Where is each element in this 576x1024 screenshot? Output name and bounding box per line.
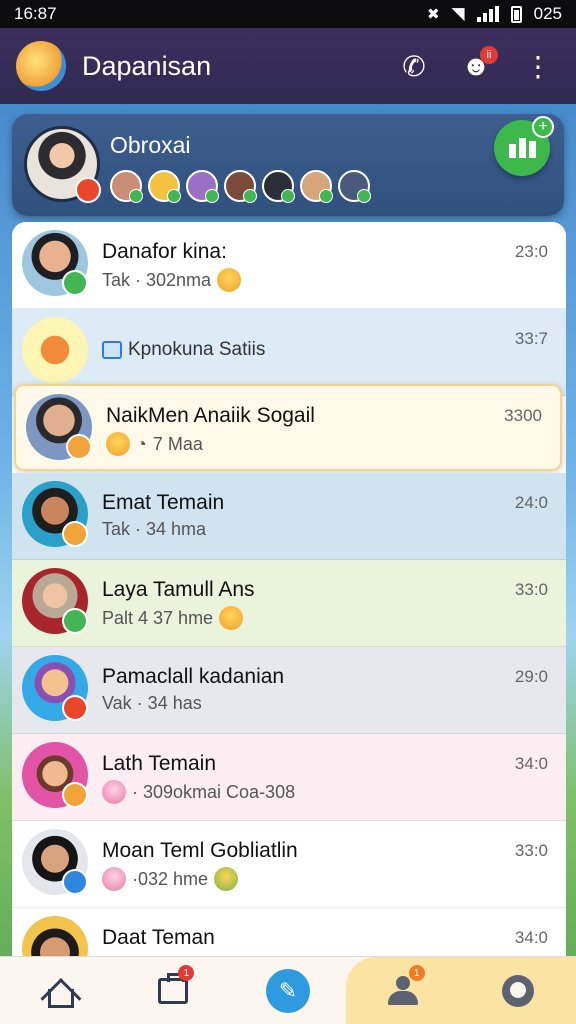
status-icon bbox=[62, 608, 88, 634]
chat-row-selected[interactable]: NaikMen Anaiik Sogail ◔ 7 Maa 3300 bbox=[14, 384, 562, 471]
chat-time: 33:7 bbox=[514, 329, 548, 348]
chat-time: 33:0 bbox=[514, 841, 548, 860]
battery-level: 025 bbox=[533, 4, 562, 23]
status-icon bbox=[62, 782, 88, 808]
nav-home[interactable] bbox=[0, 957, 115, 1024]
emoji-icon bbox=[217, 268, 242, 292]
chat-row[interactable]: Danafor kina: Tak · 302nma 23:0 bbox=[12, 222, 566, 309]
emoji-icon bbox=[102, 780, 126, 804]
chat-name: Danafor kina: bbox=[102, 240, 227, 263]
plus-icon: + bbox=[532, 116, 554, 138]
member-avatar[interactable] bbox=[338, 170, 371, 203]
app-title: Dapanisan bbox=[82, 50, 212, 81]
avatar[interactable] bbox=[22, 916, 88, 956]
more-options-button[interactable]: ⋮ bbox=[516, 44, 560, 88]
status-bar: 16:87 ✖ ◥ 025 bbox=[0, 0, 576, 28]
member-avatar[interactable] bbox=[300, 170, 333, 203]
profile-icon bbox=[502, 974, 535, 1007]
member-avatars bbox=[110, 170, 371, 203]
battery-icon bbox=[510, 5, 522, 23]
group-card[interactable]: Obroxai + bbox=[12, 114, 564, 216]
status-icon bbox=[66, 434, 92, 460]
chat-row[interactable]: Daat Teman 34:0 bbox=[12, 908, 566, 956]
emoji-icon bbox=[219, 606, 244, 630]
chat-time: 23:0 bbox=[514, 242, 548, 261]
new-group-button[interactable]: + bbox=[494, 116, 554, 176]
chat-preview: Tak · 302nma bbox=[102, 269, 212, 290]
chat-time: 24:0 bbox=[514, 493, 548, 512]
chat-row[interactable]: Pamaclall kadanian Vak · 34 has 29:0 bbox=[12, 647, 566, 734]
member-avatar[interactable] bbox=[110, 170, 143, 203]
chat-time: 33:0 bbox=[514, 580, 548, 599]
clock-icon: ◔ bbox=[136, 433, 147, 454]
bottom-navigation: 1 ✎ 1 bbox=[0, 956, 576, 1024]
home-icon bbox=[43, 977, 74, 1008]
emoji-icon bbox=[106, 432, 130, 456]
chat-name: Pamaclall kadanian bbox=[102, 665, 285, 688]
emoji-icon bbox=[102, 867, 126, 891]
chat-row[interactable]: Lath Temain · 309okmai Coa-308 34:0 bbox=[12, 734, 566, 821]
status-icon bbox=[62, 869, 88, 895]
card-icon bbox=[102, 341, 122, 359]
notification-badge: ii bbox=[480, 46, 498, 64]
chart-icon bbox=[508, 138, 536, 158]
chat-preview: ·032 hme bbox=[132, 868, 209, 889]
chat-preview: Palt 4 37 hme bbox=[102, 607, 214, 628]
nav-shop[interactable]: 1 bbox=[115, 957, 230, 1024]
chat-name: Emat Temain bbox=[102, 491, 225, 514]
app-bar: Dapanisan ✆ ☻ ii ⋮ bbox=[0, 28, 576, 104]
notifications-button[interactable]: ☻ ii bbox=[454, 44, 498, 88]
member-avatar[interactable] bbox=[148, 170, 181, 203]
phone-icon: ✆ bbox=[402, 50, 426, 82]
chat-time: 3300 bbox=[504, 406, 542, 425]
chat-preview: 7 Maa bbox=[152, 433, 203, 454]
chat-name: NaikMen Anaiik Sogail bbox=[106, 404, 315, 427]
chat-row[interactable]: Kpnokuna Satiis 33:7 bbox=[12, 309, 566, 396]
more-vertical-icon: ⋮ bbox=[524, 50, 552, 82]
signal-icon bbox=[476, 6, 499, 22]
status-icon bbox=[62, 270, 88, 296]
member-avatar[interactable] bbox=[224, 170, 257, 203]
chat-name: Laya Tamull Ans bbox=[102, 578, 255, 601]
chat-list: Danafor kina: Tak · 302nma 23:0 Kpnokuna… bbox=[12, 222, 566, 956]
status-time: 16:87 bbox=[14, 4, 57, 23]
chat-preview: Tak · 34 hma bbox=[102, 519, 207, 539]
compose-icon: ✎ bbox=[266, 968, 310, 1013]
avatar[interactable] bbox=[22, 317, 88, 383]
nav-compose[interactable]: ✎ bbox=[230, 957, 345, 1024]
chat-name: Kpnokuna Satiis bbox=[128, 339, 266, 360]
status-icon bbox=[62, 695, 88, 721]
call-button[interactable]: ✆ bbox=[392, 44, 436, 88]
member-avatar[interactable] bbox=[186, 170, 219, 203]
chat-name: Daat Teman bbox=[102, 926, 215, 949]
wifi-icon: ◥ bbox=[451, 4, 465, 23]
status-icon bbox=[75, 177, 101, 203]
chat-time: 34:0 bbox=[514, 928, 548, 947]
chat-time: 29:0 bbox=[514, 667, 548, 686]
app-logo bbox=[16, 41, 66, 91]
shop-badge: 1 bbox=[178, 965, 195, 981]
chat-name: Moan Teml Gobliatlin bbox=[102, 839, 298, 862]
bag-icon bbox=[157, 972, 188, 1004]
emoji-icon bbox=[214, 867, 239, 891]
vibrate-icon: ✖ bbox=[426, 6, 440, 23]
group-title: Obroxai bbox=[110, 132, 191, 158]
chat-name: Lath Temain bbox=[102, 752, 217, 775]
nav-contacts[interactable]: 1 bbox=[345, 957, 461, 1024]
chat-time: 34:0 bbox=[514, 754, 548, 773]
chat-preview: · 309okmai Coa-308 bbox=[132, 781, 296, 802]
chat-row[interactable]: Moan Teml Gobliatlin ·032 hme 33:0 bbox=[12, 821, 566, 908]
status-icon bbox=[62, 521, 88, 547]
member-avatar[interactable] bbox=[262, 170, 295, 203]
group-avatar[interactable] bbox=[24, 126, 101, 203]
chat-row[interactable]: Emat Temain Tak · 34 hma 24:0 bbox=[12, 473, 566, 560]
contacts-badge: 1 bbox=[408, 965, 425, 981]
nav-profile[interactable] bbox=[460, 957, 576, 1024]
chat-row[interactable]: Laya Tamull Ans Palt 4 37 hme 33:0 bbox=[12, 560, 566, 647]
chat-preview: Vak · 34 has bbox=[102, 693, 202, 713]
